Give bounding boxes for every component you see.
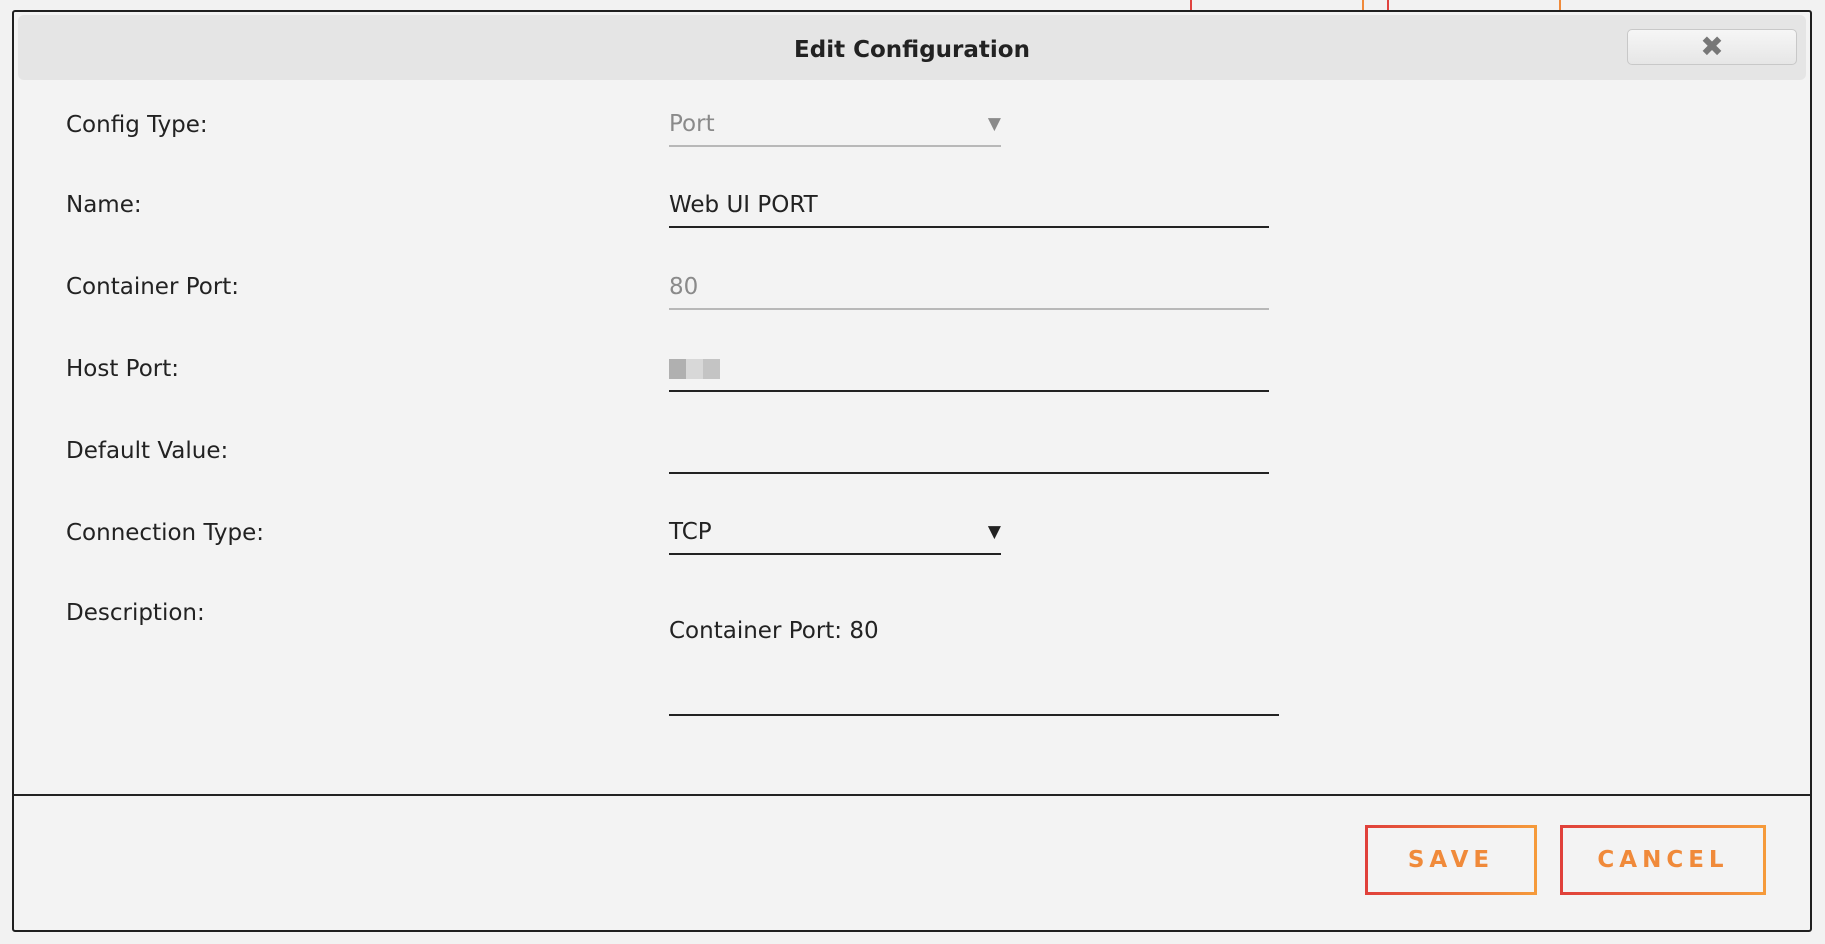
connection-type-value: TCP [669, 519, 712, 545]
name-label: Name: [66, 192, 142, 218]
save-button[interactable]: SAVE [1365, 825, 1537, 895]
dialog-title: Edit Configuration [794, 37, 1030, 63]
close-icon: ✖ [1700, 30, 1724, 63]
edit-configuration-dialog: Edit Configuration ✖ Config Type: Port ▼… [12, 10, 1812, 932]
connection-type-label: Connection Type: [66, 520, 265, 546]
name-value: Web UI PORT [669, 192, 818, 218]
triangle-down-icon: ▼ [987, 114, 1001, 134]
config-type-value: Port [669, 111, 715, 137]
triangle-down-icon: ▼ [987, 522, 1001, 542]
default-value-label: Default Value: [66, 438, 229, 464]
host-port-label: Host Port: [66, 356, 180, 382]
cancel-button[interactable]: CANCEL [1560, 825, 1766, 895]
default-value-input[interactable] [669, 430, 1269, 474]
config-type-label: Config Type: [66, 112, 208, 138]
connection-type-select[interactable]: TCP ▼ [669, 511, 1001, 555]
container-port-input[interactable]: 80 [669, 266, 1269, 310]
close-button[interactable]: ✖ [1627, 29, 1797, 65]
background-tab [1190, 0, 1364, 10]
background-tab [1387, 0, 1561, 10]
description-textarea[interactable]: Container Port: 80 [669, 604, 1279, 716]
redacted-host-port-value [669, 358, 720, 380]
name-input[interactable]: Web UI PORT [669, 184, 1269, 228]
host-port-input[interactable] [669, 348, 1269, 392]
dialog-titlebar: Edit Configuration ✖ [18, 15, 1806, 80]
description-value: Container Port: 80 [669, 618, 879, 644]
description-label: Description: [66, 600, 205, 626]
config-type-select[interactable]: Port ▼ [669, 103, 1001, 147]
container-port-value: 80 [669, 274, 699, 300]
container-port-label: Container Port: [66, 274, 240, 300]
footer-divider [14, 794, 1810, 796]
